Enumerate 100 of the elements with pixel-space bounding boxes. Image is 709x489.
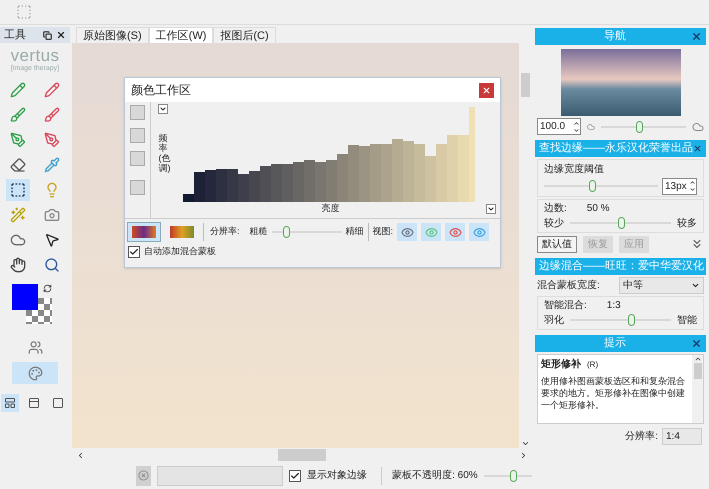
mode-button[interactable] bbox=[127, 222, 161, 242]
histogram-bar bbox=[436, 144, 447, 202]
layout-button[interactable] bbox=[1, 394, 19, 412]
edge-value: 50 % bbox=[586, 202, 610, 216]
palette-icon bbox=[28, 366, 42, 380]
histogram-bar bbox=[227, 169, 238, 202]
field-label: 混合蒙板宽度: bbox=[537, 278, 601, 292]
pencil-icon bbox=[10, 82, 26, 98]
histogram-bar bbox=[293, 162, 304, 202]
checkbox-label: 自动添加混合蒙板 bbox=[144, 245, 216, 258]
histogram-bar bbox=[238, 174, 249, 202]
swap-icon[interactable] bbox=[43, 284, 52, 293]
pointer-icon bbox=[44, 232, 60, 248]
shortcut-label: (R) bbox=[587, 358, 598, 370]
view-label: 视图: bbox=[372, 225, 394, 238]
histogram-bar bbox=[326, 160, 337, 202]
slider-max-label: 较多 bbox=[677, 216, 697, 230]
camera-icon bbox=[44, 207, 60, 223]
histogram-bar bbox=[359, 146, 370, 202]
scroll-down-icon[interactable] bbox=[521, 439, 530, 448]
scroll-thumb[interactable] bbox=[694, 362, 702, 378]
resolution-slider[interactable] bbox=[272, 226, 342, 238]
logo-text: vertus bbox=[10, 47, 60, 64]
histogram-bar bbox=[315, 162, 326, 202]
tab[interactable]: 原始图像(S) bbox=[76, 27, 149, 43]
zoom-slider[interactable] bbox=[601, 120, 686, 132]
close-icon bbox=[482, 86, 491, 94]
histogram-bar bbox=[392, 139, 403, 202]
selection-icon bbox=[10, 182, 26, 198]
checkbox-label: 显示对象边缘 bbox=[307, 468, 368, 483]
histogram-bar bbox=[414, 144, 425, 202]
histogram-bar bbox=[205, 170, 216, 202]
action-button[interactable]: 默认值 bbox=[537, 236, 577, 252]
hand-icon bbox=[10, 257, 26, 273]
close-icon[interactable] bbox=[56, 30, 66, 40]
layout-icon bbox=[4, 397, 16, 409]
panel-header: 查找边缘——永乐汉化荣誉出品 bbox=[535, 140, 706, 157]
slider-min-label: 较少 bbox=[544, 216, 564, 230]
scroll-right-icon[interactable] bbox=[519, 450, 528, 460]
cancel-icon bbox=[138, 470, 150, 481]
pencil-icon bbox=[44, 82, 60, 98]
blend-slider[interactable] bbox=[570, 314, 671, 326]
hint-heading: 矩形修补 bbox=[541, 357, 581, 372]
background-color-swatch[interactable] bbox=[26, 298, 52, 324]
slider-min-label: 羽化 bbox=[544, 314, 564, 328]
view-button[interactable] bbox=[397, 223, 418, 241]
histogram-bar bbox=[216, 169, 227, 202]
navigator-thumbnail[interactable] bbox=[560, 49, 680, 116]
checkbox[interactable] bbox=[128, 246, 140, 258]
threshold-slider[interactable] bbox=[544, 180, 658, 192]
scroll-left-icon[interactable] bbox=[76, 450, 85, 460]
pipette-icon bbox=[44, 157, 60, 173]
panel-header: 边缘混合——旺旺：爱中华爱汉化 bbox=[535, 258, 706, 274]
histogram-bar bbox=[249, 171, 260, 202]
close-button[interactable] bbox=[479, 82, 494, 98]
scroll-thumb[interactable] bbox=[521, 73, 530, 97]
blob-icon bbox=[10, 232, 26, 248]
resolution-dropdown[interactable]: 1:4 bbox=[662, 428, 702, 444]
hint-scrollbar[interactable] bbox=[692, 354, 703, 422]
panel-title: 工具 bbox=[4, 28, 27, 43]
layout-icon bbox=[52, 397, 64, 409]
axis-label: 亮度 bbox=[320, 202, 340, 215]
panel-header: 提示 bbox=[535, 334, 706, 352]
zoom-field[interactable]: 100.0 bbox=[537, 118, 581, 135]
scroll-thumb[interactable] bbox=[278, 449, 326, 461]
histogram-bar bbox=[337, 154, 348, 202]
slider-min-label: 粗糙 bbox=[250, 225, 268, 238]
brush-icon bbox=[44, 107, 60, 123]
restore-icon[interactable] bbox=[43, 30, 52, 40]
histogram-bar bbox=[370, 144, 381, 202]
width-dropdown[interactable]: 中等 bbox=[619, 276, 704, 294]
checkbox[interactable] bbox=[289, 470, 302, 482]
histogram-bar bbox=[403, 141, 414, 202]
people-icon bbox=[28, 340, 42, 354]
foreground-color-swatch[interactable] bbox=[12, 284, 38, 310]
histogram-bar bbox=[447, 135, 458, 202]
threshold-field[interactable]: 13px bbox=[662, 178, 697, 194]
hint-text: 使用修补图画蒙板选区和和复杂混合要求的地方。矩形修补在图像中创建一个矩形修补。 bbox=[541, 374, 686, 410]
histogram-bar bbox=[425, 156, 436, 202]
cancel-button[interactable] bbox=[136, 466, 152, 486]
tab[interactable]: 抠图后(C) bbox=[213, 27, 276, 43]
resolution-label: 分辨率: bbox=[210, 225, 240, 238]
selection-icon[interactable] bbox=[16, 4, 32, 20]
swatches-icon bbox=[170, 226, 194, 238]
brush-icon bbox=[10, 107, 26, 123]
layout-icon bbox=[28, 397, 40, 409]
histogram-bar bbox=[271, 164, 282, 202]
histogram-bar bbox=[260, 166, 271, 202]
tab[interactable]: 工作区(W) bbox=[148, 27, 214, 43]
wand-icon bbox=[10, 207, 26, 223]
view-button[interactable] bbox=[445, 223, 466, 241]
slider-max-label: 智能 bbox=[677, 314, 697, 328]
pen-icon bbox=[44, 132, 60, 148]
edge-slider[interactable] bbox=[570, 217, 671, 229]
smart-label: 智能混合: bbox=[544, 298, 587, 312]
opacity-slider[interactable] bbox=[484, 470, 532, 482]
slider-max-label: 精细 bbox=[346, 225, 364, 238]
view-button[interactable] bbox=[469, 223, 490, 241]
search-icon bbox=[44, 257, 60, 273]
tool-button[interactable] bbox=[6, 179, 30, 201]
